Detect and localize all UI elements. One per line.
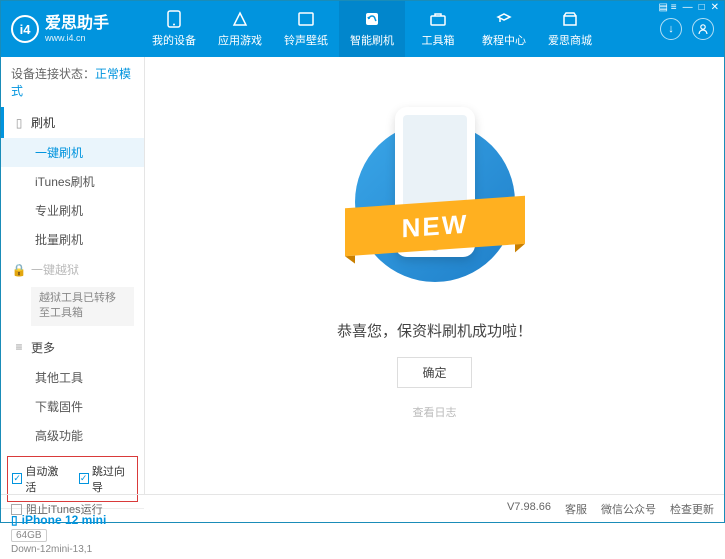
nav-label: 爱思商城 <box>548 32 592 48</box>
wallpaper-icon <box>297 10 315 28</box>
nav-label: 铃声壁纸 <box>284 32 328 48</box>
jailbreak-note: 越狱工具已转移至工具箱 <box>31 287 134 326</box>
nav-label: 智能刷机 <box>350 32 394 48</box>
tutorial-icon <box>495 10 513 28</box>
logo-icon: i4 <box>11 15 39 43</box>
toolbox-icon <box>429 10 447 28</box>
store-icon <box>561 10 579 28</box>
phone-icon <box>165 10 183 28</box>
checkbox-icon: ✓ <box>79 473 89 484</box>
nav-label: 应用游戏 <box>218 32 262 48</box>
wechat-link[interactable]: 微信公众号 <box>601 501 656 517</box>
sidebar-item-oneclick-flash[interactable]: 一键刷机 <box>1 138 144 167</box>
confirm-button[interactable]: 确定 <box>397 357 471 388</box>
phone-small-icon: ▯ <box>13 117 25 129</box>
checkbox-icon: ✓ <box>12 473 22 484</box>
close-icon[interactable]: ✕ <box>711 2 719 13</box>
apps-icon <box>231 10 249 28</box>
device-model: Down-12mini-13,1 <box>11 544 134 555</box>
sidebar-item-batch-flash[interactable]: 批量刷机 <box>1 225 144 254</box>
maximize-icon[interactable]: □ <box>699 2 705 13</box>
lock-icon: 🔒 <box>13 264 25 276</box>
app-header: i4 爱思助手 www.i4.cn 我的设备 应用游戏 铃声壁纸 智能刷机 <box>1 1 724 57</box>
view-log-link[interactable]: 查看日志 <box>413 404 457 420</box>
user-button[interactable] <box>692 18 714 40</box>
checkbox-block-itunes[interactable]: 阻止iTunes运行 <box>11 501 103 517</box>
nav-ringtone[interactable]: 铃声壁纸 <box>273 1 339 57</box>
sidebar-item-other-tools[interactable]: 其他工具 <box>1 363 144 392</box>
sidebar-item-advanced[interactable]: 高级功能 <box>1 421 144 450</box>
main-nav: 我的设备 应用游戏 铃声壁纸 智能刷机 工具箱 教程中心 <box>141 1 603 57</box>
success-message: 恭喜您，保资料刷机成功啦！ <box>337 320 532 341</box>
nav-my-device[interactable]: 我的设备 <box>141 1 207 57</box>
sidebar-head-flash[interactable]: ▯ 刷机 <box>1 107 144 138</box>
sidebar-item-itunes-flash[interactable]: iTunes刷机 <box>1 167 144 196</box>
checkbox-skip-guide[interactable]: ✓ 跳过向导 <box>79 463 134 495</box>
nav-store[interactable]: 爱思商城 <box>537 1 603 57</box>
check-update-link[interactable]: 检查更新 <box>670 501 714 517</box>
nav-toolbox[interactable]: 工具箱 <box>405 1 471 57</box>
app-title: 爱思助手 <box>45 15 109 33</box>
app-logo: i4 爱思助手 www.i4.cn <box>11 15 141 43</box>
nav-tutorial[interactable]: 教程中心 <box>471 1 537 57</box>
nav-flash[interactable]: 智能刷机 <box>339 1 405 57</box>
sidebar-head-jailbreak[interactable]: 🔒 一键越狱 <box>1 254 144 285</box>
nav-apps[interactable]: 应用游戏 <box>207 1 273 57</box>
device-storage: 64GB <box>11 529 47 542</box>
sidebar-item-pro-flash[interactable]: 专业刷机 <box>1 196 144 225</box>
nav-label: 我的设备 <box>152 32 196 48</box>
checkbox-icon <box>11 504 22 515</box>
success-illustration: NEW <box>355 112 515 292</box>
sidebar-item-download-fw[interactable]: 下载固件 <box>1 392 144 421</box>
status-bar: 阻止iTunes运行 V7.98.66 客服 微信公众号 检查更新 <box>1 494 724 522</box>
support-link[interactable]: 客服 <box>565 501 587 517</box>
app-url: www.i4.cn <box>45 33 109 43</box>
download-button[interactable]: ↓ <box>660 18 682 40</box>
sidebar: 设备连接状态：正常模式 ▯ 刷机 一键刷机 iTunes刷机 专业刷机 批量刷机… <box>1 57 145 494</box>
more-icon: ≡ <box>13 341 25 353</box>
main-content: NEW 恭喜您，保资料刷机成功啦！ 确定 查看日志 <box>145 57 724 494</box>
checkbox-auto-activate[interactable]: ✓ 自动激活 <box>12 463 67 495</box>
nav-label: 工具箱 <box>422 32 455 48</box>
connection-status: 设备连接状态：正常模式 <box>1 57 144 107</box>
sidebar-head-more[interactable]: ≡ 更多 <box>1 332 144 363</box>
nav-label: 教程中心 <box>482 32 526 48</box>
flash-icon <box>363 10 381 28</box>
version-label: V7.98.66 <box>507 501 551 517</box>
minimize-icon[interactable]: — <box>683 2 693 13</box>
menu-icon[interactable]: ▤ ≡ <box>659 2 677 13</box>
